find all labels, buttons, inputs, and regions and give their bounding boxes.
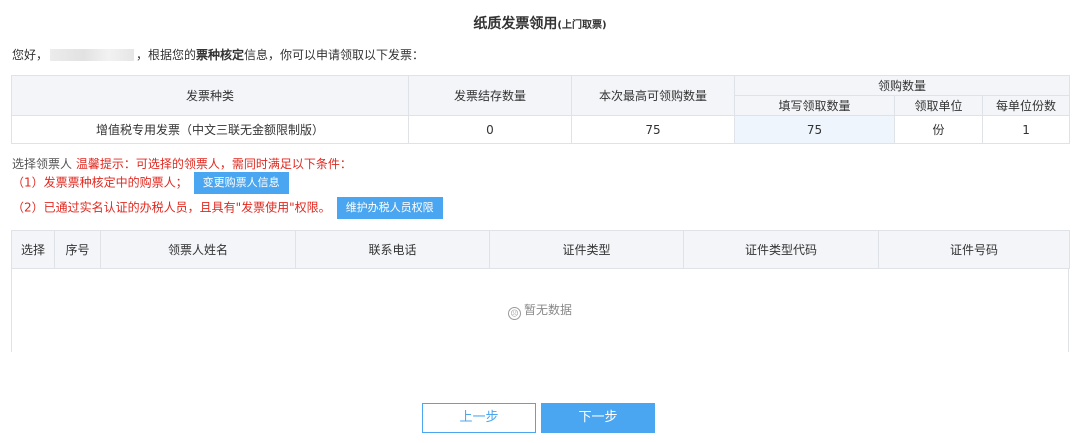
header-invoice-type: 发票种类	[11, 75, 409, 116]
greeting: 您好， ，根据您的票种核定信息，你可以申请领取以下发票：	[12, 48, 425, 62]
header-name: 领票人姓名	[100, 230, 296, 269]
maintain-permission-button[interactable]: 维护办税人员权限	[336, 197, 443, 219]
qty-input[interactable]: 75	[734, 115, 895, 144]
header-purchase-group: 领购数量	[733, 75, 1071, 96]
cell-max: 75	[571, 115, 735, 144]
change-buyer-button[interactable]: 变更购票人信息	[193, 172, 289, 194]
person-table-body: ☹ 暂无数据	[11, 268, 1069, 352]
empty-state: ☹ 暂无数据	[12, 301, 1068, 320]
header-max: 本次最高可领购数量	[571, 75, 735, 116]
cell-per-unit: 1	[981, 115, 1071, 144]
prev-step-button[interactable]: 上一步	[422, 403, 536, 433]
cell-stock: 0	[408, 115, 572, 144]
sad-face-icon: ☹	[507, 307, 521, 320]
selection-notice: 选择领票人 温馨提示：可选择的领票人，需同时满足以下条件：	[12, 157, 352, 171]
next-step-button[interactable]: 下一步	[541, 403, 655, 433]
header-id-number: 证件号码	[878, 230, 1070, 269]
cell-invoice-type: 增值税专用发票（中文三联无金额限制版）	[11, 115, 409, 144]
header-qty: 填写领取数量	[734, 95, 895, 116]
header-unit: 领取单位	[894, 95, 983, 116]
table-row: 增值税专用发票（中文三联无金额限制版） 0 75 75 份 1	[11, 115, 1071, 144]
header-index: 序号	[54, 230, 101, 269]
header-stock: 发票结存数量	[408, 75, 572, 116]
redacted-name	[50, 49, 135, 61]
cell-unit: 份	[894, 115, 983, 144]
header-id-type-code: 证件类型代码	[683, 230, 879, 269]
person-table: 选择 序号 领票人姓名 联系电话 证件类型 证件类型代码 证件号码	[11, 230, 1070, 269]
condition-1: （1）发票票种核定中的购票人； 变更购票人信息	[12, 172, 289, 194]
invoice-table: 发票种类 发票结存数量 本次最高可领购数量 领购数量 填写领取数量 领取单位 每…	[11, 75, 1071, 144]
page-title: 纸质发票领用(上门取票)	[473, 16, 607, 32]
page-subtitle: (上门取票)	[557, 20, 607, 31]
header-id-type: 证件类型	[489, 230, 684, 269]
header-select: 选择	[11, 230, 55, 269]
header-per-unit: 每单位份数	[981, 95, 1071, 116]
condition-2: （2）已通过实名认证的办税人员，且具有"发票使用"权限。 维护办税人员权限	[12, 197, 443, 219]
header-phone: 联系电话	[295, 230, 490, 269]
